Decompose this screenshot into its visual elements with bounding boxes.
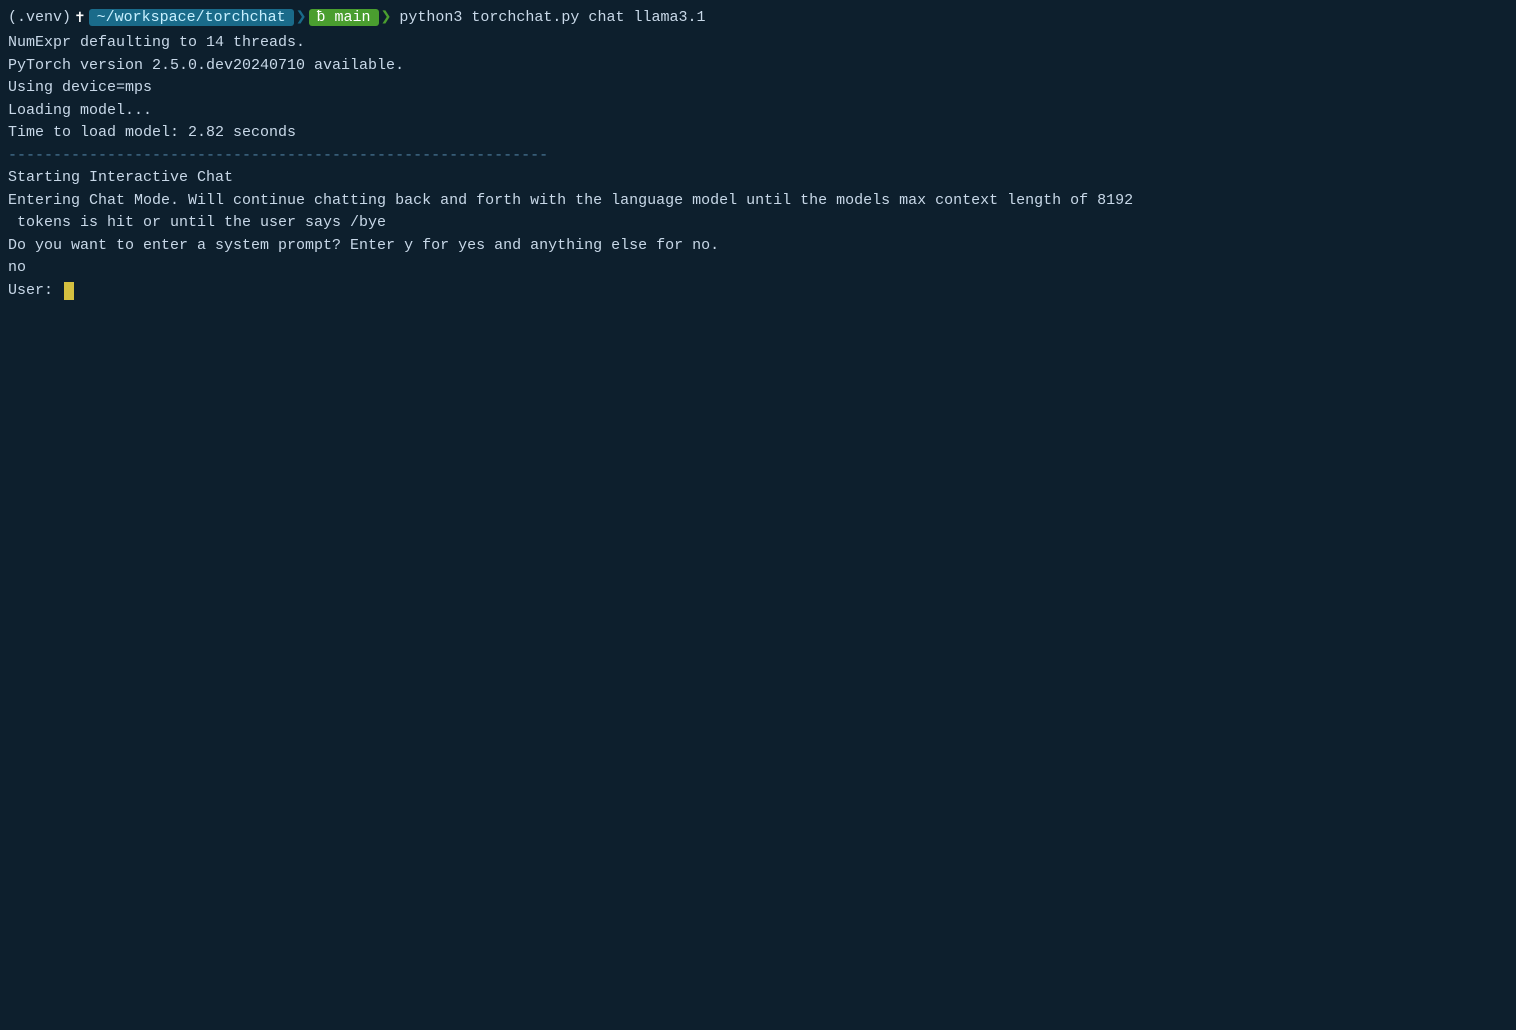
output-line-1: NumExpr defaulting to 14 threads. (8, 32, 1508, 55)
output-line-9: tokens is hit or until the user says /by… (8, 212, 1508, 235)
output-line-2: PyTorch version 2.5.0.dev20240710 availa… (8, 55, 1508, 78)
venv-label: (.venv) (8, 9, 71, 26)
output-line-3: Using device=mps (8, 77, 1508, 100)
branch-icon: ƀ (317, 9, 335, 26)
cross-icon: ✝ (75, 7, 85, 27)
output-line-5: Time to load model: 2.82 seconds (8, 122, 1508, 145)
output-line-10: Do you want to enter a system prompt? En… (8, 235, 1508, 258)
prompt-line: (.venv) ✝ ~/workspace/torchchat ❯ ƀ main… (8, 6, 1508, 28)
user-input-line[interactable]: User: (8, 280, 1508, 303)
output-line-11: no (8, 257, 1508, 280)
branch-label: ƀ main (309, 9, 379, 26)
directory-label: ~/workspace/torchchat (89, 9, 294, 26)
output-line-8: Entering Chat Mode. Will continue chatti… (8, 190, 1508, 213)
command-text: python3 torchchat.py chat llama3.1 (399, 9, 705, 26)
arrow1-icon: ❯ (296, 6, 307, 28)
arrow2-icon: ❯ (381, 6, 392, 28)
terminal[interactable]: (.venv) ✝ ~/workspace/torchchat ❯ ƀ main… (0, 0, 1516, 1030)
output-line-4: Loading model... (8, 100, 1508, 123)
output-line-7: Starting Interactive Chat (8, 167, 1508, 190)
cursor (64, 282, 74, 300)
user-prompt-label: User: (8, 280, 62, 303)
separator-line: ----------------------------------------… (8, 145, 1508, 168)
